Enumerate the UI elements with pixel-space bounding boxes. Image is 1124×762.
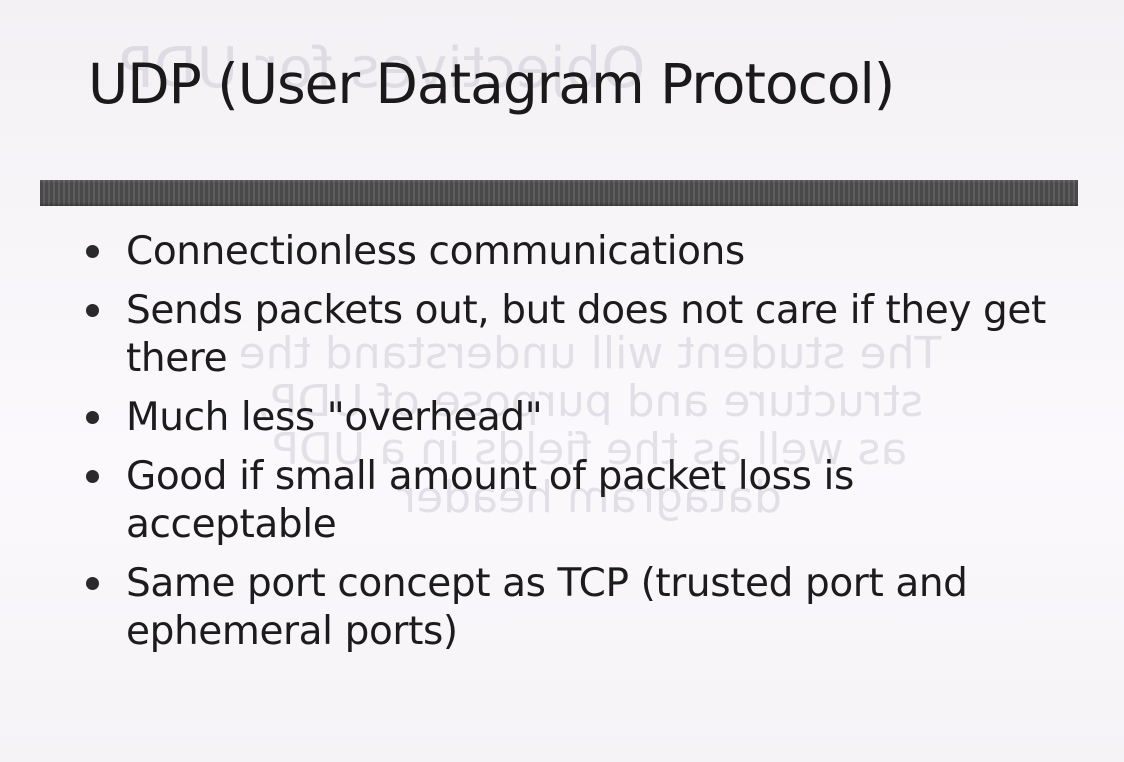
bullet-dot-icon [86,245,99,258]
bullet-dot-icon [86,577,99,590]
bullet-text: Good if small amount of packet loss is a… [126,454,854,547]
bullet-text: Connectionless communications [126,229,745,274]
slide-title: UDP (User Datagram Protocol) [88,52,895,116]
bullet-item: Good if small amount of packet loss is a… [80,453,1060,549]
bullet-item: Connectionless communications [80,228,1060,276]
bullet-item: Much less "overhead" [80,394,1060,442]
bullet-text: Much less "overhead" [126,395,543,440]
bullet-item: Sends packets out, but does not care if … [80,287,1060,383]
bullet-dot-icon [86,470,99,483]
bullet-list: Connectionless communications Sends pack… [80,228,1060,667]
bullet-text: Same port concept as TCP (trusted port a… [126,561,968,654]
slide: Objectives for UDP The student will unde… [0,0,1124,762]
bullet-item: Same port concept as TCP (trusted port a… [80,560,1060,656]
bullet-text: Sends packets out, but does not care if … [126,288,1046,381]
bullet-dot-icon [86,304,99,317]
bullet-dot-icon [86,411,99,424]
title-divider-bar [40,180,1078,206]
